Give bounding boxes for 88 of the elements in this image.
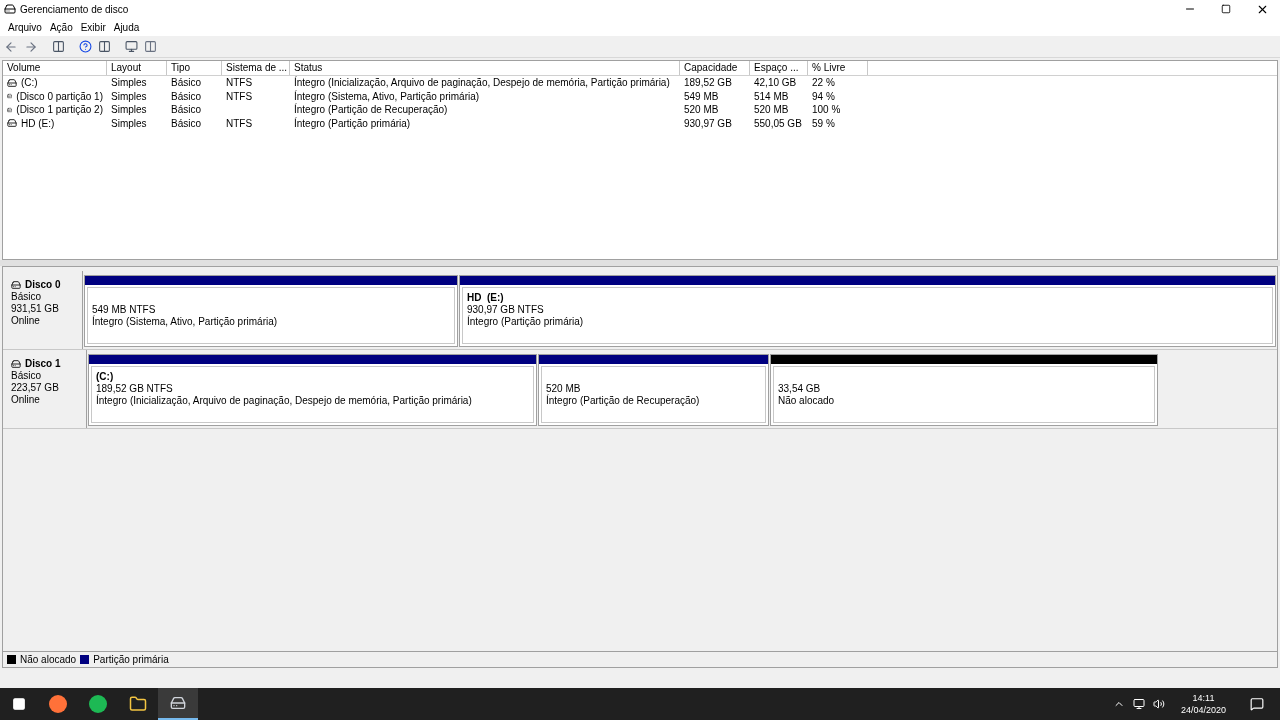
partition-block[interactable]: 549 MB NTFS Íntegro (Sistema, Ativo, Partição primária): [84, 275, 458, 347]
partition-size: 189,52 GB NTFS: [96, 383, 174, 395]
volume-icon[interactable]: [1152, 698, 1165, 710]
app-icon: [4, 3, 16, 15]
folder-drawing: [129, 695, 147, 713]
partition-block[interactable]: 33,54 GB Não alocado: [770, 354, 1158, 426]
disk-name: Disco 0: [25, 279, 61, 291]
column-header[interactable]: Tipo: [167, 61, 222, 75]
table-cell: Íntegro (Inicialização, Arquivo de paginação, Despejo de memória, Partição primária): [294, 76, 670, 90]
disk-size: 223,57 GB: [11, 382, 60, 394]
table-cell: Íntegro (Partição de Recuperação): [294, 103, 448, 117]
table-cell: 930,97 GB: [684, 116, 732, 130]
partition-status: Íntegro (Partição primária): [467, 316, 585, 328]
disk-name: Disco 1: [25, 358, 61, 370]
partition-size: 33,54 GB: [778, 383, 822, 395]
column-header[interactable]: Status: [290, 61, 680, 75]
table-cell: 100 %: [812, 103, 841, 117]
table-cell: 520 MB: [754, 103, 789, 117]
partition-size: 930,97 GB NTFS: [467, 304, 545, 316]
table-cell: Íntegro (Partição primária): [294, 116, 411, 130]
table-cell: Simples: [111, 116, 147, 130]
table-cell: HD (E:): [21, 116, 55, 130]
partition-label: HD (E:): [467, 292, 505, 304]
partition-status: Íntegro (Partição de Recuperação): [546, 395, 701, 407]
maximize-icon: [1221, 4, 1231, 14]
table-cell: (Disco 0 partição 1): [16, 89, 103, 103]
column-header[interactable]: Capacidade: [680, 61, 750, 75]
table-cell: Básico: [171, 76, 201, 90]
table-cell: Simples: [111, 103, 147, 117]
menu-item[interactable]: Exibir: [76, 19, 110, 35]
partition-status: Íntegro (Sistema, Ativo, Partição primária): [92, 316, 279, 328]
monitor-icon[interactable]: [125, 40, 138, 53]
column-header[interactable]: Espaço ...: [750, 61, 808, 75]
table-cell: NTFS: [226, 76, 253, 90]
partition-block[interactable]: HD (E:) 930,97 GB NTFS Íntegro (Partição primária): [459, 275, 1276, 347]
partition-status: Íntegro (Inicialização, Arquivo de paginação, Despejo de memória, Partição primária): [96, 395, 473, 407]
drive-drawing: [170, 695, 186, 711]
table-cell: NTFS: [226, 116, 253, 130]
partition-size: 549 MB NTFS: [92, 304, 157, 315]
menu-item[interactable]: Ajuda: [109, 19, 144, 35]
disk-size: 931,51 GB: [11, 303, 60, 315]
disk-state: Online: [11, 315, 41, 327]
table-cell: 550,05 GB: [754, 116, 802, 130]
window-title: Gerenciamento de disco: [20, 2, 129, 17]
table-cell: 189,52 GB: [684, 76, 732, 90]
column-header[interactable]: % Livre: [808, 61, 868, 75]
column-header[interactable]: Layout: [107, 61, 167, 75]
table-cell: (C:): [21, 76, 38, 90]
drive-icon: [7, 118, 17, 129]
table-cell: Simples: [111, 76, 147, 90]
table-cell: NTFS: [226, 89, 253, 103]
partition-label: (C:): [96, 371, 115, 383]
column-header[interactable]: Sistema de ...: [222, 61, 290, 75]
notification-icon[interactable]: [1250, 697, 1264, 711]
table-cell: 520 MB: [684, 103, 719, 117]
table-cell: Básico: [171, 89, 201, 103]
panel-icon[interactable]: [98, 40, 111, 53]
column-header[interactable]: Volume: [3, 61, 107, 75]
disk-type: Básico: [11, 291, 42, 303]
disk-management-icon[interactable]: [158, 688, 198, 720]
table-cell: Íntegro (Sistema, Ativo, Partição primária): [294, 89, 480, 103]
table-cell: (Disco 1 partição 2): [16, 103, 103, 117]
table-cell: 549 MB: [684, 89, 719, 103]
legend-label: Não alocado: [20, 653, 77, 667]
partition-size: 520 MB: [546, 383, 582, 394]
panel-icon[interactable]: [52, 40, 65, 53]
disk-state: Online: [11, 394, 41, 406]
network-icon[interactable]: [1132, 698, 1145, 710]
back-arrow-icon[interactable]: [4, 39, 18, 54]
table-cell: 94 %: [812, 89, 835, 103]
menu-item[interactable]: Ação: [45, 19, 77, 35]
forward-arrow-icon[interactable]: [24, 39, 38, 54]
partition-block[interactable]: 520 MB Íntegro (Partição de Recuperação): [538, 354, 769, 426]
table-cell: 42,10 GB: [754, 76, 797, 90]
table-cell: Básico: [171, 103, 201, 117]
legend-label: Partição primária: [93, 653, 169, 667]
table-cell: 514 MB: [754, 89, 789, 103]
table-cell: 59 %: [812, 116, 835, 130]
drive-icon: [7, 77, 17, 88]
help-icon[interactable]: [79, 40, 92, 53]
disk-type: Básico: [11, 370, 42, 382]
table-cell: Básico: [171, 116, 201, 130]
partition-status: Não alocado: [778, 395, 836, 407]
table-cell: 22 %: [812, 76, 835, 90]
partition-block[interactable]: (C:) 189,52 GB NTFS Íntegro (Inicialização, Arquivo de paginação, Despejo de memória, Partição primária): [88, 354, 537, 426]
clock[interactable]: 14:11 24/04/2020: [1172, 692, 1234, 716]
table-cell: Simples: [111, 89, 147, 103]
menu-item[interactable]: Arquivo: [4, 19, 46, 35]
